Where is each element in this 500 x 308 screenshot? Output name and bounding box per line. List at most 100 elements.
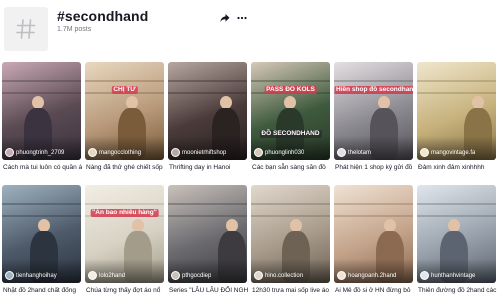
video-overlay-text: PASS ĐỒ KOLS [264,86,317,94]
author-name[interactable]: lolo2hand [99,272,125,280]
author-name[interactable]: hoangoanh.2hand [348,272,396,280]
video-thumbnail[interactable]: CHỊ TƯ mangocclothing [85,62,164,160]
video-thumbnail[interactable]: hoangoanh.2hand [334,185,413,283]
video-thumbnail[interactable]: pthgocdiep [168,185,247,283]
video-author[interactable]: hoangoanh.2hand [337,271,411,280]
share-arrow-icon [220,14,230,22]
video-author[interactable]: phuongtrinh_2709 [5,148,79,157]
author-name[interactable]: phuongtrinh_2709 [16,149,64,157]
video-author[interactable]: mangocclothing [88,148,162,157]
avatar[interactable] [254,148,263,157]
avatar[interactable] [171,148,180,157]
video-card[interactable]: hunthanhvintage Thiên đường đồ 2hand các [417,185,496,297]
avatar[interactable] [88,271,97,280]
video-caption[interactable]: Nàng đã thử ghé chiết sốp [86,163,165,172]
clothing-rack-decoration [334,203,413,205]
video-caption[interactable]: Phát hiện 1 shop ký gửi đồ [335,163,414,172]
video-card[interactable]: PASS ĐỒ KOLS ĐỒ SECONDHAND phuonglinh030 Cá… [251,62,330,174]
video-card[interactable]: hoangoanh.2hand Ai Mê đồ si ở HN đừng bỏ [334,185,413,297]
video-card[interactable]: moonietrhiftshop Thrifting day in Hanoi [168,62,247,174]
video-overlay-text: "An bao nhiêu hàng" [90,209,159,217]
clothing-rack-decoration [168,203,247,205]
clothing-rack-decoration [251,80,330,82]
video-thumbnail[interactable]: tienhanghoihay [2,185,81,283]
more-dots-icon [237,16,247,20]
video-caption[interactable]: Series "LÂU LÂU ĐỔI NGHỀ" [169,286,248,295]
video-caption[interactable]: Đảm xinh đảm xinhhhh [418,163,497,172]
video-caption[interactable]: Thiên đường đồ 2hand các [418,286,497,295]
avatar[interactable] [254,271,263,280]
video-caption[interactable]: Cách mà tui luôn có quần áo [3,163,82,172]
avatar[interactable] [420,148,429,157]
more-button[interactable] [236,11,248,23]
video-card[interactable]: hino.collection 12h30 trưa mai sốp live á… [251,185,330,297]
video-thumbnail[interactable]: moonietrhiftshop [168,62,247,160]
clothing-rack-decoration [417,92,496,94]
video-author[interactable]: pthgocdiep [171,271,245,280]
author-name[interactable]: hino.collection [265,272,303,280]
video-card[interactable]: Hiền shop đồ secondhand thelotam Phát hiện… [334,62,413,174]
video-card[interactable]: mangovintage.fa Đảm xinh đảm xinhhhh [417,62,496,174]
video-card[interactable]: tienhanghoihay Nhặt đồ 2hand chất đống [2,185,81,297]
video-thumbnail[interactable]: hunthanhvintage [417,185,496,283]
clothing-rack-decoration [2,203,81,205]
video-grid: phuongtrinh_2709 Cách mà tui luôn có quần… [0,62,500,308]
video-caption[interactable]: Các bạn sẵn sàng săn đồ [252,163,331,172]
video-caption[interactable]: Ai Mê đồ si ở HN đừng bỏ [335,286,414,295]
author-name[interactable]: moonietrhiftshop [182,149,226,157]
avatar[interactable] [88,148,97,157]
author-name[interactable]: phuonglinh030 [265,149,304,157]
avatar[interactable] [5,148,14,157]
avatar[interactable] [337,271,346,280]
video-author[interactable]: thelotam [337,148,411,157]
clothing-rack-decoration [85,203,164,205]
video-card[interactable]: CHỊ TƯ mangocclothing Nàng đã thử ghé chiế… [85,62,164,174]
hashtag-icon [4,7,48,51]
author-name[interactable]: mangocclothing [99,149,141,157]
clothing-rack-decoration [417,80,496,82]
video-thumbnail[interactable]: phuongtrinh_2709 [2,62,81,160]
clothing-rack-decoration [417,203,496,205]
video-caption[interactable]: 12h30 trưa mai sốp live áo [252,286,331,295]
author-name[interactable]: thelotam [348,149,371,157]
video-thumbnail[interactable]: hino.collection [251,185,330,283]
video-caption[interactable]: Chúa từng thấy đợt áo nổ [86,286,165,295]
author-name[interactable]: hunthanhvintage [431,272,475,280]
clothing-rack-decoration [2,80,81,82]
clothing-rack-decoration [251,215,330,217]
clothing-rack-decoration [168,92,247,94]
author-name[interactable]: mangovintage.fa [431,149,475,157]
video-card[interactable]: phuongtrinh_2709 Cách mà tui luôn có quần… [2,62,82,174]
video-author[interactable]: phuonglinh030 [254,148,328,157]
avatar[interactable] [420,271,429,280]
clothing-rack-decoration [2,92,81,94]
avatar[interactable] [5,271,14,280]
video-thumbnail[interactable]: "An bao nhiêu hàng" lolo2hand [85,185,164,283]
posts-count: 1.7M posts [57,26,92,33]
video-thumbnail[interactable]: PASS ĐỒ KOLS ĐỒ SECONDHAND phuonglinh030 [251,62,330,160]
video-caption[interactable]: Nhặt đồ 2hand chất đống [3,286,82,295]
video-author[interactable]: hunthanhvintage [420,271,494,280]
video-author[interactable]: tienhanghoihay [5,271,79,280]
clothing-rack-decoration [168,80,247,82]
clothing-rack-decoration [85,80,164,82]
clothing-rack-decoration [168,215,247,217]
author-name[interactable]: pthgocdiep [182,272,211,280]
video-author[interactable]: hino.collection [254,271,328,280]
clothing-rack-decoration [251,203,330,205]
share-button[interactable] [219,11,231,23]
video-card[interactable]: pthgocdiep Series "LÂU LÂU ĐỔI NGHỀ" [168,185,248,297]
author-name[interactable]: tienhanghoihay [16,272,57,280]
video-thumbnail[interactable]: Hiền shop đồ secondhand thelotam [334,62,413,160]
avatar[interactable] [171,271,180,280]
clothing-rack-decoration [334,215,413,217]
video-author[interactable]: moonietrhiftshop [171,148,245,157]
video-author[interactable]: mangovintage.fa [420,148,494,157]
video-caption[interactable]: Thrifting day in Hanoi [169,163,248,172]
video-author[interactable]: lolo2hand [88,271,162,280]
clothing-rack-decoration [2,215,81,217]
hashtag-header: #secondhand 1.7M posts [0,0,500,62]
video-card[interactable]: "An bao nhiêu hàng" lolo2hand Chúa từng th… [85,185,164,297]
avatar[interactable] [337,148,346,157]
video-thumbnail[interactable]: mangovintage.fa [417,62,496,160]
